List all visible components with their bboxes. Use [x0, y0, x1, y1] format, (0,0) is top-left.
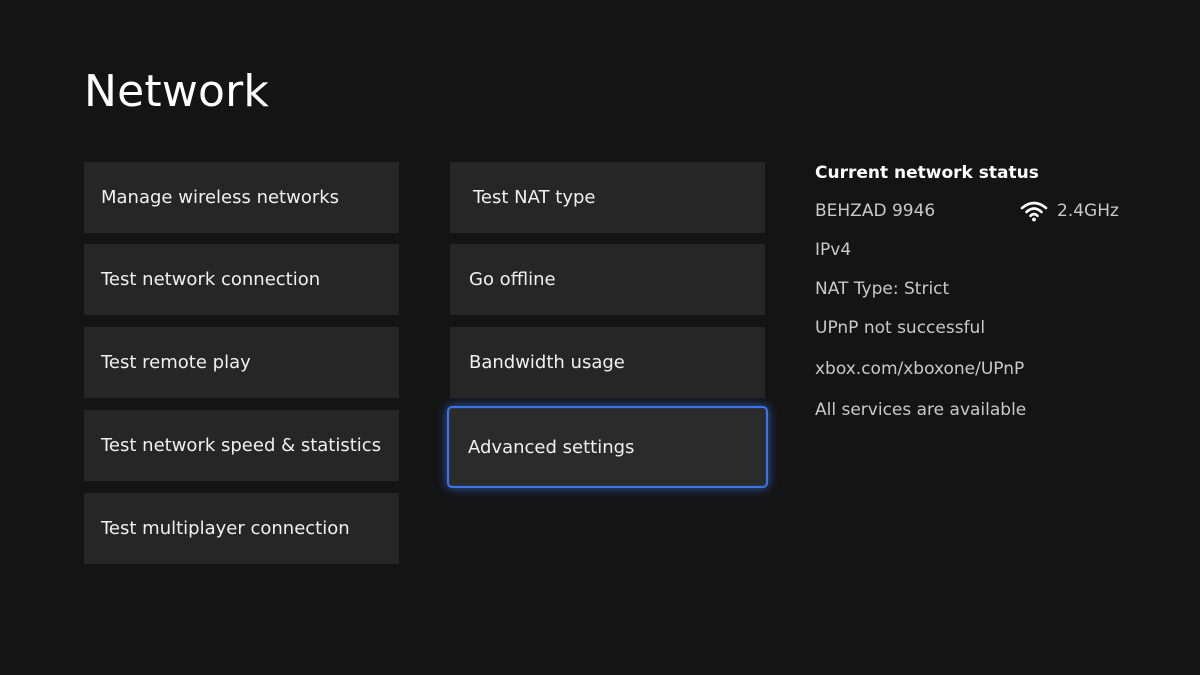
test-nat-type-button[interactable]: Test NAT type — [450, 162, 765, 233]
tile-label: Test multiplayer connection — [101, 518, 350, 539]
tile-label: Bandwidth usage — [469, 352, 625, 373]
network-status-panel: Current network status BEHZAD 9946 2.4GH… — [815, 163, 1155, 437]
tile-label: Go offline — [469, 269, 556, 290]
test-network-speed-button[interactable]: Test network speed & statistics — [84, 410, 399, 481]
go-offline-button[interactable]: Go offline — [450, 244, 765, 315]
network-name: BEHZAD 9946 — [815, 201, 936, 221]
test-remote-play-button[interactable]: Test remote play — [84, 327, 399, 398]
advanced-settings-button[interactable]: Advanced settings — [447, 406, 768, 488]
page-title: Network — [84, 66, 270, 117]
network-row: BEHZAD 9946 2.4GHz — [815, 199, 1155, 223]
wifi-icon — [1020, 201, 1048, 222]
services-status: All services are available — [815, 400, 1027, 420]
tile-label: Advanced settings — [468, 436, 635, 458]
upnp-status: UPnP not successful — [815, 318, 986, 338]
wifi-band: 2.4GHz — [1057, 201, 1119, 221]
test-network-connection-button[interactable]: Test network connection — [84, 244, 399, 315]
tile-label: Test NAT type — [473, 187, 596, 208]
band-group: 2.4GHz — [1020, 199, 1119, 223]
status-heading: Current network status — [815, 163, 1039, 183]
tile-label: Test network speed & statistics — [101, 435, 382, 456]
tile-label: Manage wireless networks — [101, 187, 340, 208]
bandwidth-usage-button[interactable]: Bandwidth usage — [450, 327, 765, 398]
manage-wireless-networks-button[interactable]: Manage wireless networks — [84, 162, 399, 233]
upnp-help-link: xbox.com/xboxone/UPnP — [815, 359, 1025, 379]
tile-label: Test network connection — [101, 269, 321, 290]
ip-version: IPv4 — [815, 240, 852, 260]
test-multiplayer-connection-button[interactable]: Test multiplayer connection — [84, 493, 399, 564]
tile-label: Test remote play — [101, 352, 251, 373]
nat-type-status: NAT Type: Strict — [815, 279, 950, 299]
